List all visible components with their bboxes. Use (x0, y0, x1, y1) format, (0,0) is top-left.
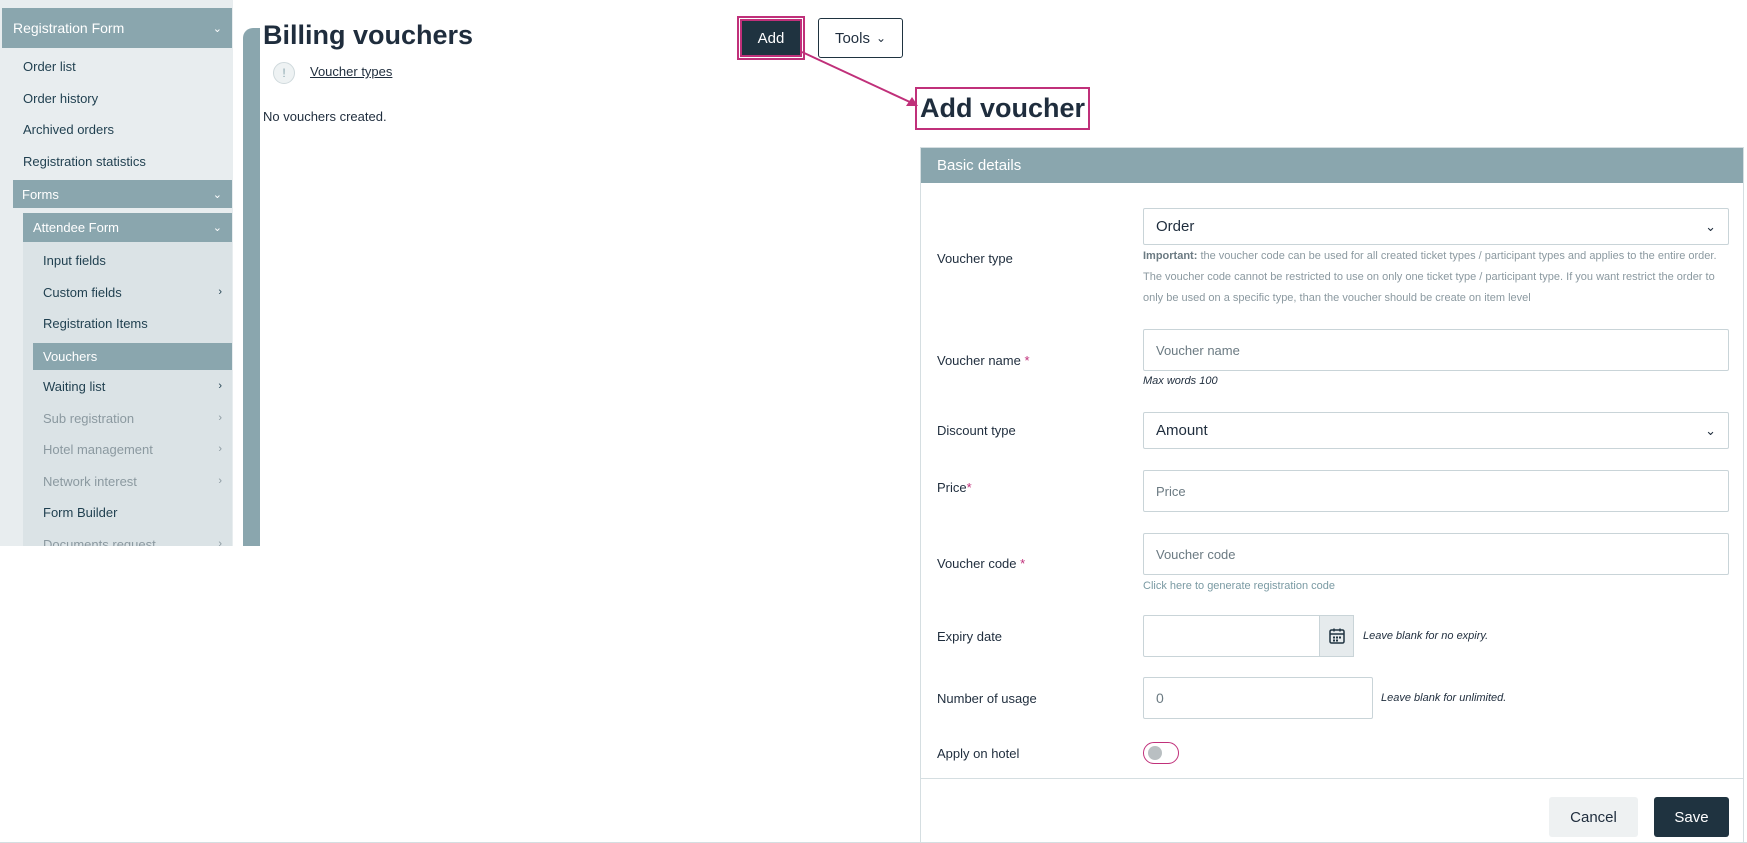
sidebar-item-custom-fields[interactable]: Custom fields › (43, 282, 232, 302)
content-accent-bar (243, 28, 260, 546)
sidebar-item-label: Forms (22, 186, 59, 202)
apply-hotel-toggle[interactable] (1143, 742, 1179, 764)
sidebar-item-forms[interactable]: Forms ⌄ (13, 180, 232, 208)
voucher-name-label: Voucher name * (937, 353, 1030, 368)
sidebar-item-form-builder[interactable]: Form Builder (43, 502, 232, 522)
sidebar-item-attendee-form[interactable]: Attendee Form ⌄ (23, 213, 232, 242)
footer-divider (921, 778, 1743, 779)
price-label: Price* (937, 480, 972, 495)
chevron-down-icon: ⌄ (1705, 218, 1716, 234)
price-label-text: Price (937, 480, 967, 495)
note-text: the voucher code can be used for all cre… (1143, 250, 1717, 304)
sidebar-item-label: Documents request (43, 536, 156, 547)
sidebar-header-label: Registration Form (13, 20, 125, 36)
voucher-name-help: Max words 100 (1143, 375, 1218, 387)
sidebar-item-label: Input fields (43, 252, 106, 268)
sidebar-item-network-interest[interactable]: Network interest › (43, 471, 232, 491)
calendar-icon (1328, 628, 1345, 644)
voucher-type-label: Voucher type (937, 251, 1013, 266)
sidebar-item-order-history[interactable]: Order history (23, 91, 98, 106)
usage-label: Number of usage (937, 691, 1037, 706)
info-icon: ! (273, 62, 295, 84)
sidebar-item-label: Hotel management (43, 441, 153, 457)
sidebar-item-label: Vouchers (43, 349, 98, 364)
voucher-type-value: Order (1156, 218, 1195, 235)
required-marker: * (1024, 353, 1030, 368)
voucher-types-link[interactable]: Voucher types (310, 64, 392, 79)
expiry-date-input[interactable] (1143, 615, 1321, 657)
chevron-right-icon: › (218, 412, 222, 424)
chevron-right-icon: › (218, 380, 222, 392)
page-title: Billing vouchers (263, 20, 474, 50)
chevron-down-icon: ⌄ (1705, 422, 1716, 438)
sidebar-item-documents-request[interactable]: Documents request › (43, 534, 232, 547)
discount-type-label: Discount type (937, 423, 1016, 438)
voucher-type-note: Important: the voucher code can be used … (1143, 246, 1729, 309)
sidebar-header-registration-form[interactable]: Registration Form ⌄ (2, 8, 232, 48)
voucher-code-label-text: Voucher code (937, 556, 1021, 571)
toggle-knob (1148, 746, 1162, 760)
note-emphasis: Important: (1143, 250, 1198, 262)
sidebar-item-label: Sub registration (43, 410, 135, 426)
add-voucher-form: Basic details Voucher type Order ⌄ Impor… (920, 147, 1744, 843)
required-marker: * (966, 480, 972, 495)
sidebar-item-input-fields[interactable]: Input fields (43, 250, 232, 270)
add-button[interactable]: Add (737, 16, 805, 60)
chevron-down-icon: ⌄ (875, 31, 887, 45)
callout-arrow (801, 51, 918, 106)
chevron-down-icon: ⌄ (212, 22, 222, 35)
voucher-type-select[interactable]: Order ⌄ (1143, 208, 1729, 245)
chevron-down-icon: ⌄ (212, 222, 222, 234)
voucher-code-label: Voucher code * (937, 556, 1025, 571)
tools-label: Tools (834, 29, 870, 47)
discount-type-select[interactable]: Amount ⌄ (1143, 412, 1729, 449)
price-input[interactable]: Price (1143, 470, 1729, 512)
voucher-name-input[interactable]: Voucher name (1143, 329, 1729, 371)
empty-state-text: No vouchers created. (263, 109, 387, 124)
expiry-date-note: Leave blank for no expiry. (1363, 630, 1489, 642)
discount-type-value: Amount (1156, 422, 1208, 439)
sidebar-item-label: Registration Items (43, 315, 148, 331)
sidebar-item-order-list[interactable]: Order list (23, 59, 76, 74)
chevron-right-icon: › (218, 538, 222, 546)
sidebar-item-waiting-list[interactable]: Waiting list › (43, 376, 232, 396)
voucher-code-input[interactable]: Voucher code (1143, 533, 1729, 575)
sidebar-item-label: Form Builder (43, 504, 118, 520)
cancel-button[interactable]: Cancel (1549, 797, 1638, 837)
sidebar-item-sub-registration[interactable]: Sub registration › (43, 408, 232, 428)
calendar-button[interactable] (1319, 615, 1354, 657)
generate-code-link[interactable]: Click here to generate registration code (1143, 580, 1335, 592)
save-button[interactable]: Save (1654, 797, 1729, 837)
sidebar-item-label: Custom fields (43, 284, 122, 300)
sidebar: Registration Form ⌄ Order list Order his… (0, 0, 233, 546)
chevron-right-icon: › (218, 475, 222, 487)
sidebar-item-registration-items[interactable]: Registration Items (43, 313, 232, 333)
chevron-right-icon: › (218, 286, 222, 298)
voucher-name-label-text: Voucher name (937, 353, 1025, 368)
sidebar-item-label: Network interest (43, 473, 137, 489)
expiry-date-label: Expiry date (937, 629, 1003, 644)
section-header: Basic details (921, 148, 1743, 183)
sidebar-item-registration-statistics[interactable]: Registration statistics (23, 154, 146, 169)
usage-note: Leave blank for unlimited. (1381, 692, 1507, 704)
usage-input[interactable]: 0 (1143, 677, 1373, 719)
sidebar-item-label: Waiting list (43, 378, 106, 394)
required-marker: * (1020, 556, 1026, 571)
chevron-right-icon: › (218, 443, 222, 455)
chevron-down-icon: ⌄ (212, 188, 222, 201)
sidebar-item-label: Attendee Form (33, 220, 119, 235)
sidebar-item-vouchers[interactable]: Vouchers (33, 343, 232, 370)
apply-hotel-label: Apply on hotel (937, 746, 1020, 761)
sidebar-item-hotel-management[interactable]: Hotel management › (43, 439, 232, 459)
add-voucher-title: Add voucher (915, 87, 1091, 130)
sidebar-item-archived-orders[interactable]: Archived orders (23, 122, 114, 137)
